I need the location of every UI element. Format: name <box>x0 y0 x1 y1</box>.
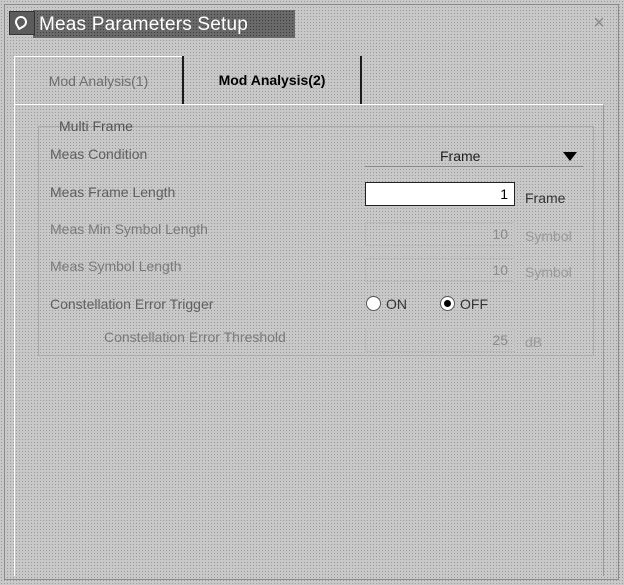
frame-length-input[interactable]: 1 <box>365 182 515 206</box>
chevron-down-icon[interactable] <box>563 152 577 161</box>
trigger-off-radio[interactable] <box>440 296 455 311</box>
tab-mod-analysis-1[interactable]: Mod Analysis(1) <box>14 56 182 104</box>
symbol-length-unit: Symbol <box>525 264 572 280</box>
trigger-off-label: OFF <box>460 296 488 312</box>
min-symbol-length-unit: Symbol <box>525 228 572 244</box>
min-symbol-length-label: Meas Min Symbol Length <box>50 221 208 237</box>
const-error-trigger-label: Constellation Error Trigger <box>50 296 214 312</box>
frame-length-label: Meas Frame Length <box>50 184 176 200</box>
frame-length-unit: Frame <box>525 190 566 206</box>
app-logo-icon <box>9 11 35 35</box>
symbol-length-label: Meas Symbol Length <box>50 258 182 274</box>
meas-condition-label: Meas Condition <box>50 146 148 162</box>
trigger-on-label: ON <box>386 296 407 312</box>
meas-condition-select[interactable]: Frame <box>365 145 583 167</box>
close-icon[interactable]: × <box>590 13 608 33</box>
const-error-threshold-label: Constellation Error Threshold <box>104 329 286 345</box>
tab-strip: Mod Analysis(1) Mod Analysis(2) <box>14 56 604 104</box>
group-label: Multi Frame <box>59 118 133 134</box>
min-symbol-length-input: 10 <box>365 222 515 246</box>
trigger-on-radio[interactable] <box>366 296 381 311</box>
symbol-length-input: 10 <box>365 258 515 282</box>
const-error-threshold-input: 25 <box>365 328 515 352</box>
title-bar: Meas Parameters Setup × <box>5 5 618 41</box>
tab-mod-analysis-2[interactable]: Mod Analysis(2) <box>182 56 362 104</box>
meas-condition-value: Frame <box>440 148 481 164</box>
const-error-threshold-unit: dB <box>525 334 543 350</box>
window-title: Meas Parameters Setup <box>39 14 249 35</box>
